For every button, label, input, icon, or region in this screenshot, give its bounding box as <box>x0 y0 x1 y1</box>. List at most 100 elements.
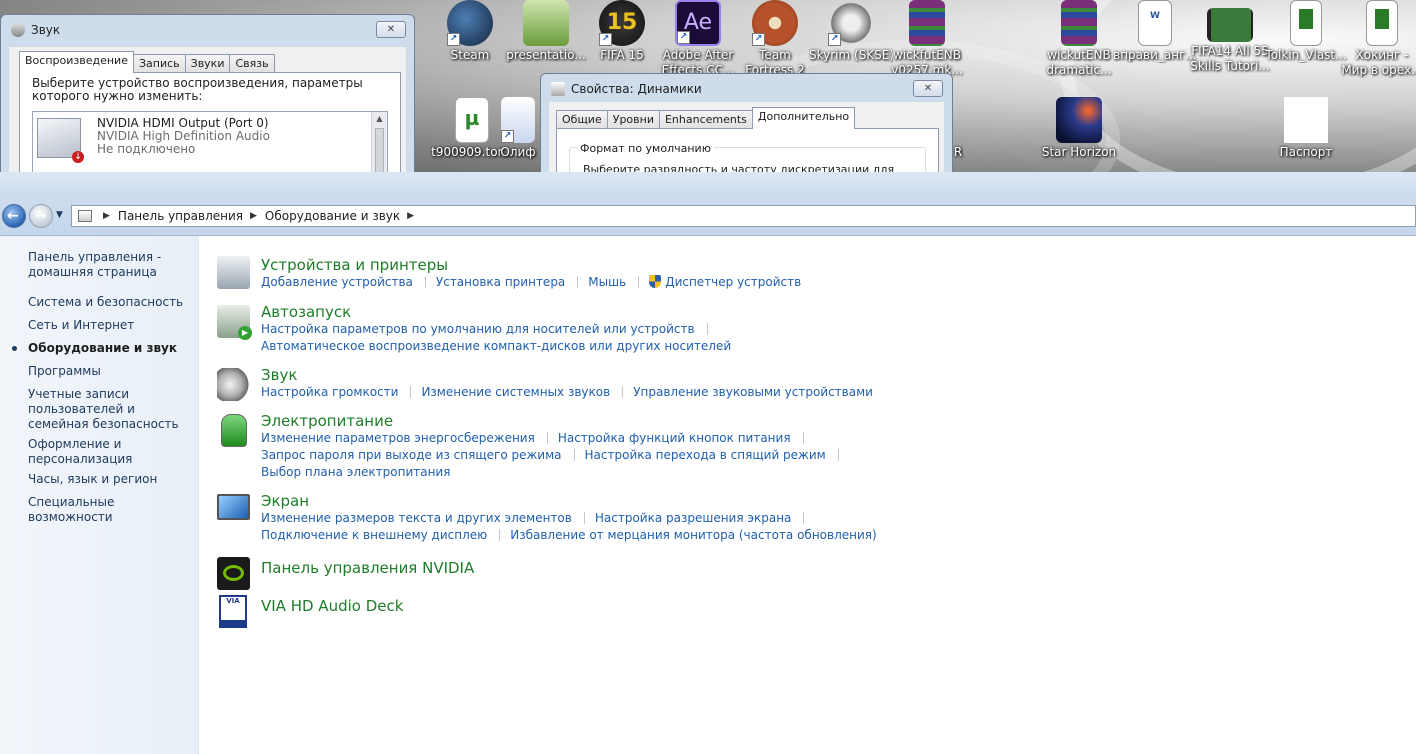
star-horizon-icon <box>1056 97 1102 143</box>
fifa15-icon: 15 ↗ <box>599 0 645 46</box>
link-text-size[interactable]: Изменение размеров текста и других элеме… <box>261 511 572 525</box>
close-button[interactable]: ✕ <box>913 80 943 97</box>
sidebar-item-system-security[interactable]: Система и безопасность <box>28 295 193 310</box>
tab-sounds[interactable]: Звуки <box>184 54 231 73</box>
forward-arrow-icon: → <box>35 208 47 224</box>
default-format-label: Формат по умолчанию <box>577 142 714 155</box>
forward-button[interactable]: → <box>29 204 53 228</box>
sidebar-item-network[interactable]: Сеть и Интернет <box>28 318 193 333</box>
desktop-icon-after-effects[interactable]: Ae ↗ Adobe After Effects CC... <box>656 0 740 78</box>
sidebar-item-accessibility[interactable]: Специальные возможности <box>28 495 193 525</box>
desktop-icon-label: wickutENB dramatic... <box>1046 48 1112 77</box>
desktop-icon-label: Олиф <box>500 145 536 159</box>
desktop-icon-presentation[interactable]: presentatio... <box>504 0 588 63</box>
sidebar-item-clock-language[interactable]: Часы, язык и регион <box>28 472 193 487</box>
link-add-device[interactable]: Добавление устройства <box>261 275 413 289</box>
desktop-icon-label: Паспорт <box>1279 145 1333 159</box>
desktop-icon-vpravi[interactable]: W вправи_анг... <box>1113 0 1197 63</box>
category-title[interactable]: Электропитание <box>261 412 393 430</box>
sidebar-item-home[interactable]: Панель управления - домашняя страница <box>28 250 193 280</box>
tab-enhancements[interactable]: Enhancements <box>658 110 753 129</box>
desktop-icon-steam[interactable]: ↗ Steam <box>428 0 512 63</box>
sidebar-item-programs[interactable]: Программы <box>28 364 193 379</box>
tab-communications[interactable]: Связь <box>229 54 275 73</box>
breadcrumb-chevron-icon[interactable]: ▶ <box>250 211 257 221</box>
properties-icon <box>551 82 565 96</box>
link-manage-audio-devices[interactable]: Управление звуковыми устройствами <box>633 385 873 399</box>
tab-playback[interactable]: Воспроизведение <box>19 51 134 73</box>
link-row: Добавление устройства Установка принтера М… <box>261 275 801 290</box>
tab-advanced[interactable]: Дополнительно <box>751 107 856 129</box>
torrent-icon: µ <box>455 97 489 143</box>
desktop-icon-hoking[interactable]: Хокинг - Мир в орех... <box>1340 0 1416 78</box>
device-list: ↓ NVIDIA HDMI Output (Port 0) NVIDIA Hig… <box>32 111 388 172</box>
category-title[interactable]: Панель управления NVIDIA <box>261 559 474 577</box>
desktop-icon-pasport[interactable]: Паспорт <box>1264 97 1348 160</box>
link-autoplay-defaults[interactable]: Настройка параметров по умолчанию для но… <box>261 322 695 336</box>
scroll-up-icon[interactable]: ▲ <box>372 112 387 126</box>
link-power-buttons[interactable]: Настройка функций кнопок питания <box>558 431 791 445</box>
close-button[interactable]: ✕ <box>376 21 406 38</box>
link-autoplay-cds[interactable]: Автоматическое воспроизведение компакт-д… <box>261 339 731 353</box>
back-button[interactable]: ← <box>2 204 26 228</box>
link-external-display[interactable]: Подключение к внешнему дисплею <box>261 528 487 542</box>
link-device-manager[interactable]: Диспетчер устройств <box>665 275 801 289</box>
after-effects-icon: Ae ↗ <box>675 0 721 46</box>
via-badge-icon <box>221 620 245 626</box>
desktop-icon-star-horizon[interactable]: Star Horizon <box>1037 97 1121 160</box>
address-bar[interactable]: ▶ Панель управления ▶ Оборудование и зву… <box>71 205 1416 227</box>
link-adjust-volume[interactable]: Настройка громкости <box>261 385 398 399</box>
breadcrumb-control-panel[interactable]: Панель управления <box>118 209 243 223</box>
link-sleep-settings[interactable]: Настройка перехода в спящий режим <box>585 448 826 462</box>
desktop-icon-fifa14-video[interactable]: FIFA14 All 55 Skills Tutori... <box>1188 0 1272 74</box>
desktop-icon-wickfutenb[interactable]: wickfutENB v0257.mk... <box>885 0 969 78</box>
sidebar-item-hardware-sound[interactable]: Оборудование и звук <box>12 341 193 356</box>
link-add-printer[interactable]: Установка принтера <box>436 275 565 289</box>
category-title[interactable]: VIA HD Audio Deck <box>261 597 403 615</box>
sound-dialog-titlebar[interactable]: Звук <box>1 15 414 45</box>
desktop-icon-olif[interactable]: ↗ Олиф <box>496 97 540 160</box>
default-format-hint: Выберите разрядность и частоту дискретиз… <box>583 163 895 172</box>
properties-dialog-titlebar[interactable]: Свойства: Динамики <box>541 74 952 104</box>
desktop: ↗ Steam presentatio... 15 ↗ FIFA 15 Ae ↗ A… <box>0 0 1416 172</box>
link-separator <box>573 449 575 461</box>
playback-panel: Выберите устройство воспроизведения, пар… <box>19 72 401 172</box>
category-title[interactable]: Звук <box>261 366 297 384</box>
breadcrumb-chevron-icon[interactable]: ▶ <box>407 211 414 221</box>
desktop-icon-wickutenb[interactable]: wickutENB dramatic... <box>1037 0 1121 78</box>
link-power-options[interactable]: Изменение параметров энергосбережения <box>261 431 535 445</box>
disconnected-icon: ↓ <box>72 151 84 163</box>
device-list-scrollbar[interactable]: ▲ <box>371 112 387 172</box>
link-separator <box>410 386 412 398</box>
link-power-plan[interactable]: Выбор плана электропитания <box>261 465 450 479</box>
document-icon <box>1290 0 1322 46</box>
link-separator <box>638 276 640 288</box>
link-wake-password[interactable]: Запрос пароля при выходе из спящего режи… <box>261 448 562 462</box>
current-page-bullet <box>12 346 17 351</box>
speaker-properties-dialog: Свойства: Динамики ✕ Общие Уровни Enhanc… <box>540 73 953 172</box>
recent-pages-dropdown[interactable]: ▼ <box>56 210 63 220</box>
link-system-sounds[interactable]: Изменение системных звуков <box>421 385 610 399</box>
sidebar-item-user-accounts[interactable]: Учетные записи пользователей и семейная … <box>28 387 193 432</box>
speaker-icon <box>217 368 250 401</box>
link-refresh-rate[interactable]: Избавление от мерцания монитора (частота… <box>510 528 876 542</box>
desktop-icon-fifa15[interactable]: 15 ↗ FIFA 15 <box>580 0 664 63</box>
link-screen-resolution[interactable]: Настройка разрешения экрана <box>595 511 792 525</box>
desktop-icon-skyrim[interactable]: ↗ Skyrim (SKSE) <box>809 0 893 63</box>
category-title[interactable]: Устройства и принтеры <box>261 256 448 274</box>
desktop-icon-label: FIFA 15 <box>600 48 644 62</box>
link-mouse[interactable]: Мышь <box>588 275 626 289</box>
category-title[interactable]: Автозапуск <box>261 303 351 321</box>
scroll-thumb[interactable] <box>375 128 384 172</box>
desktop-icon-label: Хокинг - Мир в орех... <box>1341 48 1416 77</box>
breadcrumb-chevron-icon[interactable]: ▶ <box>103 211 110 221</box>
category-title[interactable]: Экран <box>261 492 309 510</box>
desktop-icon-tolkin[interactable]: Tolkin_Vlast... <box>1264 0 1348 63</box>
breadcrumb-hardware-sound[interactable]: Оборудование и звук <box>265 209 400 223</box>
sidebar-item-appearance[interactable]: Оформление и персонализация <box>28 437 193 467</box>
word-doc-icon: W <box>1138 0 1172 46</box>
desktop-icon-team-fortress[interactable]: ↗ Team Fortress 2 <box>733 0 817 78</box>
tab-general[interactable]: Общие <box>556 110 608 129</box>
tab-recording[interactable]: Запись <box>132 54 186 73</box>
tab-levels[interactable]: Уровни <box>606 110 660 129</box>
